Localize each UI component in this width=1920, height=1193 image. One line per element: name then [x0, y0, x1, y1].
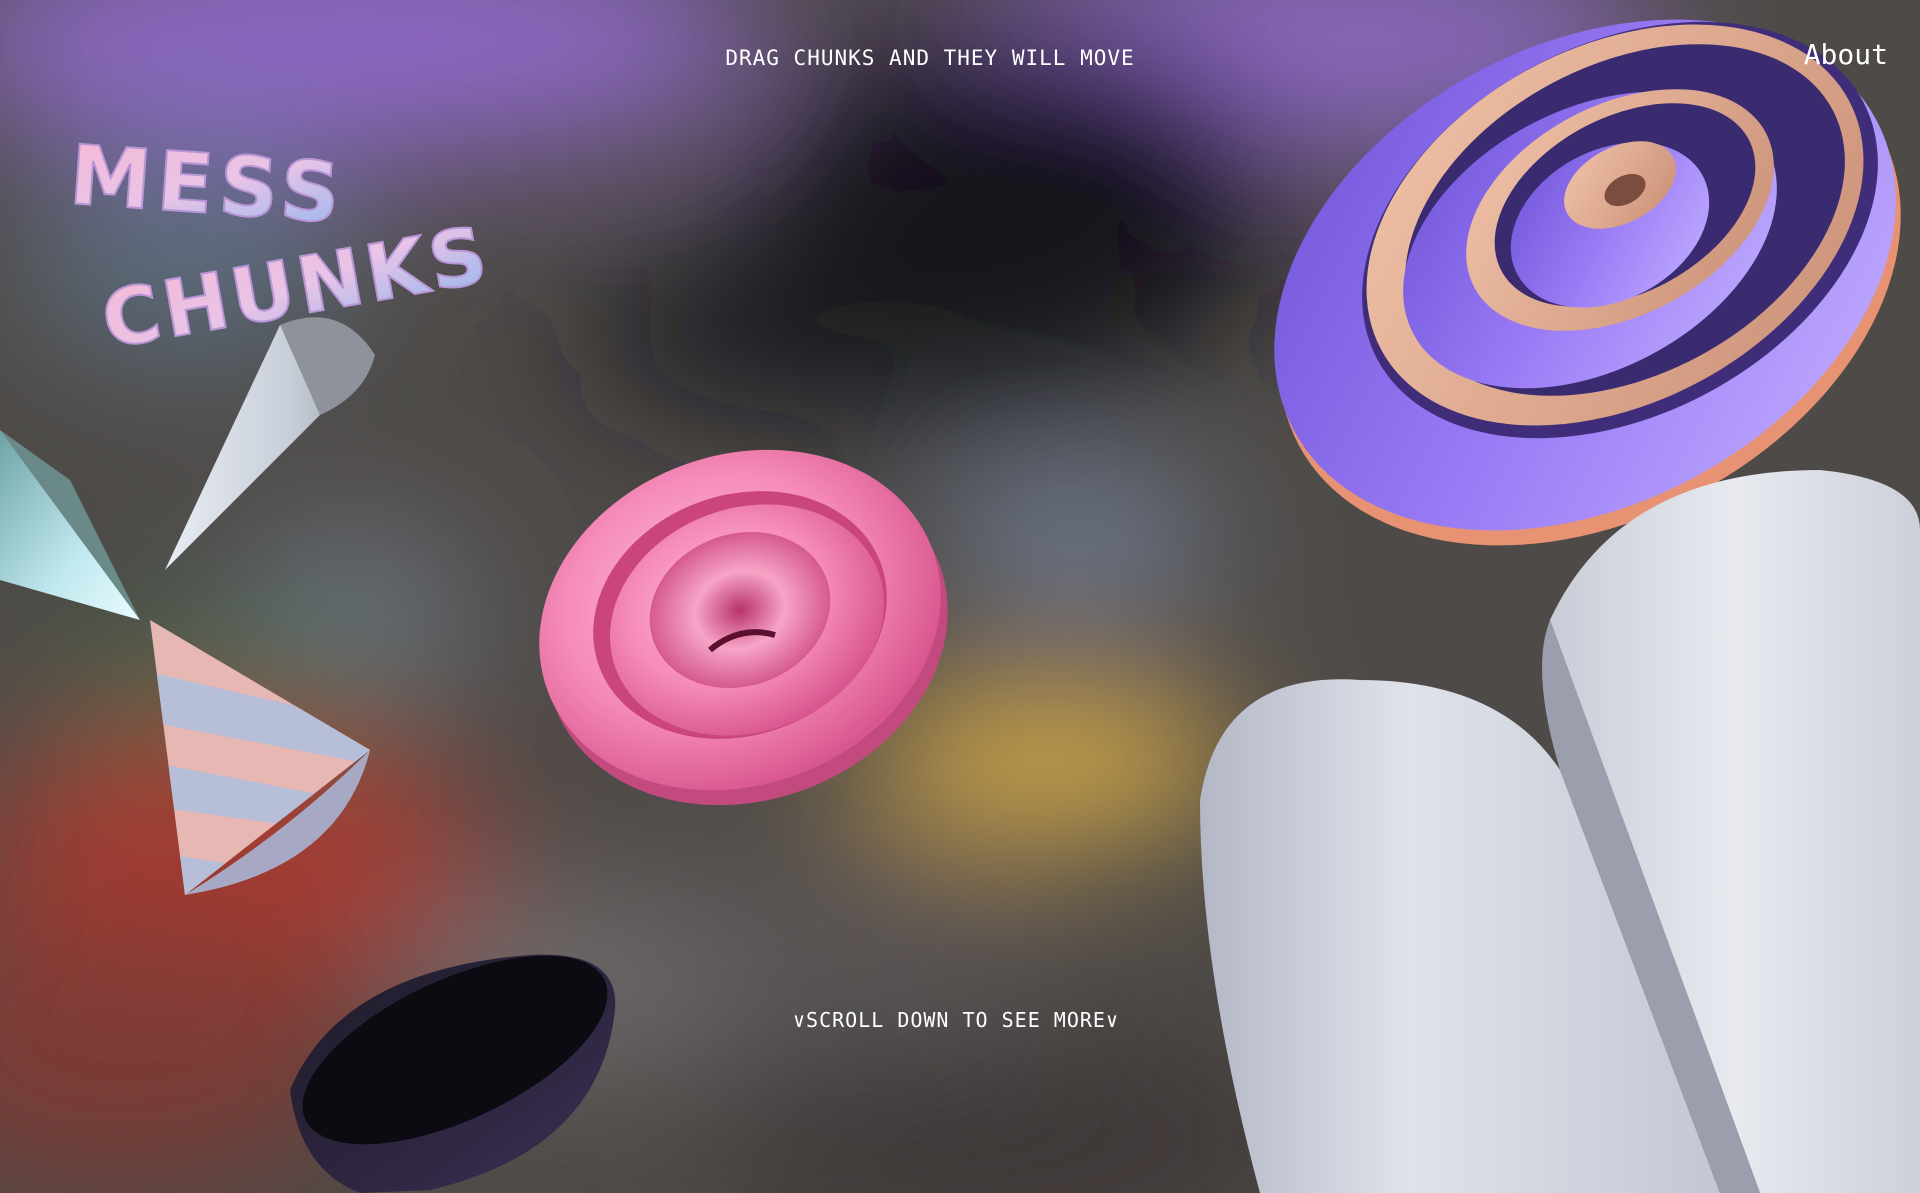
dark-bowl-chunk[interactable]: [280, 950, 630, 1193]
logo-line-1: MESS: [67, 128, 349, 242]
white-cone-chunk[interactable]: [160, 295, 380, 575]
white-capsule-chunk[interactable]: [1200, 470, 1920, 1193]
scroll-hint-text[interactable]: ∨SCROLL DOWN TO SEE MORE∨: [0, 1008, 1912, 1032]
about-link[interactable]: About: [1804, 38, 1888, 71]
drag-hint-text: DRAG CHUNKS AND THEY WILL MOVE: [725, 46, 1135, 70]
striped-cone-chunk[interactable]: [140, 610, 390, 900]
teal-cone-chunk[interactable]: [0, 430, 150, 630]
pink-disk-chunk[interactable]: [525, 420, 965, 820]
canvas-scene[interactable]: MESS CHUNKS DRAG CHUNKS AND THEY WILL MO…: [0, 0, 1920, 1193]
